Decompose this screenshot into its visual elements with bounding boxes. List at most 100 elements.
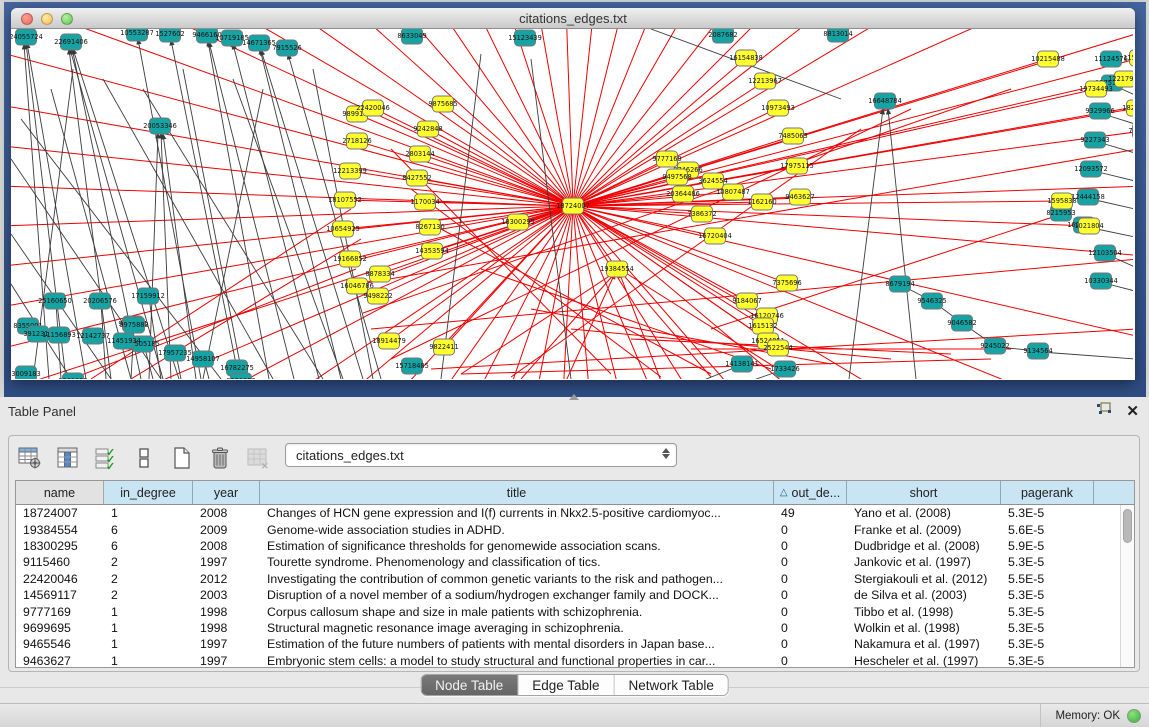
tab-network-table[interactable]: Network Table [615,675,728,695]
column-header-out_de[interactable]: △out_de... [774,481,847,504]
table-cell: 1998 [193,621,260,635]
splitter-handle[interactable] [569,394,579,400]
column-header-pagerank[interactable]: pagerank [1001,481,1094,504]
table-row[interactable]: 1830029562008Estimation of significance … [16,538,1120,554]
graph-node[interactable]: 9134564 [1023,343,1052,359]
network-canvas[interactable]: 2405572422691406105532871527602946616010… [11,29,1133,379]
graph-node[interactable]: 9975883 [119,317,148,333]
graph-node[interactable]: 24055724 [11,29,43,45]
graph-node[interactable]: 7485083 [1128,123,1133,139]
graph-node[interactable]: 8427552 [402,170,431,186]
graph-node[interactable]: 9242848 [413,121,442,137]
show-column-button[interactable] [55,445,81,471]
graph-node[interactable]: 10330344 [1084,273,1118,289]
column-header-name[interactable]: name [16,481,104,504]
table-row[interactable]: 969969511998Structural magnetic resonanc… [16,620,1120,636]
graph-node[interactable]: 2803144 [405,146,434,162]
graph-node[interactable]: 9822411 [429,339,458,355]
graph-edge [505,206,573,379]
graph-node[interactable]: 1827544 [1122,100,1133,116]
svg-text:10807487: 10807487 [716,188,750,196]
graph-node[interactable]: 11548408 [1123,50,1133,66]
table-select-dropdown[interactable]: citations_edges.txt [285,443,677,467]
graph-node[interactable]: 1595838 [1047,193,1076,209]
svg-text:1162160: 1162160 [747,198,776,206]
graph-node[interactable]: 2718126 [342,133,371,149]
select-all-rows-button[interactable]: ✓ ✓ ✓ [93,445,119,471]
graph-node[interactable]: 1170034 [410,194,439,210]
graph-node[interactable]: 8878334 [365,266,394,282]
graph-node[interactable]: 7485063 [778,128,807,144]
svg-text:14671365: 14671365 [242,39,276,47]
table-cell: 5.3E-5 [1001,555,1094,569]
table-row[interactable]: 911546021997Tourette syndrome. Phenomeno… [16,554,1120,570]
graph-node[interactable]: 3009183 [11,366,40,379]
graph-node[interactable]: 10553287 [120,29,154,41]
table-row[interactable]: 946554611997Estimation of the future num… [16,636,1120,652]
close-panel-icon[interactable]: ✕ [1126,404,1139,419]
memory-label: Memory: OK [1055,710,1120,722]
table-row[interactable]: 1456911722003Disruption of a novel membe… [16,587,1120,603]
graph-node[interactable]: 18107552 [328,192,362,208]
graph-node[interactable]: 9497568 [662,169,691,185]
graph-node[interactable]: 9046582 [947,315,976,331]
graph-node[interactable]: 15718485 [395,358,429,374]
graph-node[interactable]: 7375696 [772,275,801,291]
graph-node[interactable]: 9546325 [917,293,946,309]
graph-node[interactable]: 1615132 [748,318,777,334]
graph-node[interactable]: 14353594 [415,243,449,259]
graph-node[interactable]: 18914479 [372,333,406,349]
graph-node[interactable]: 16154838 [729,50,763,66]
delete-table-button[interactable] [207,445,233,471]
graph-node[interactable]: 8633049 [397,29,426,44]
table-row[interactable]: 1938455462009Genome-wide association stu… [16,521,1120,537]
new-table-button[interactable] [169,445,195,471]
table-row[interactable]: 2242004622012Investigating the contribut… [16,571,1120,587]
graph-node[interactable]: 8679194 [885,276,914,292]
table-row[interactable]: 977716911998Corpus callosum shape and si… [16,603,1120,619]
graph-node[interactable]: 8267130 [415,219,444,235]
table-cell: 2 [104,555,193,569]
graph-node[interactable]: 9498222 [363,288,392,304]
graph-node[interactable]: 12213399 [333,163,367,179]
graph-node[interactable]: 15123439 [508,30,542,46]
table-row[interactable]: 1872400712008Changes of HCN gene express… [16,505,1120,521]
graph-node[interactable]: 7386372 [687,206,716,222]
graph-node[interactable]: 9184067 [732,293,761,309]
graph-node[interactable]: 9329966 [1085,103,1114,119]
table-options-button[interactable] [17,445,43,471]
graph-node[interactable]: 22691406 [54,34,88,50]
tab-edge-table[interactable]: Edge Table [518,675,614,695]
tab-node-table[interactable]: Node Table [421,675,518,695]
svg-text:2087682: 2087682 [708,31,737,39]
network-window-titlebar[interactable]: citations_edges.txt [11,8,1135,29]
graph-node[interactable]: 10654925 [326,221,360,237]
svg-text:12213967: 12213967 [748,77,782,85]
graph-node[interactable]: 8813014 [823,29,852,42]
graph-node[interactable]: 2522544 [763,340,792,356]
table-scrollbar[interactable] [1120,505,1134,667]
graph-node[interactable]: 9463627 [785,189,814,205]
graph-node[interactable]: 1162160 [747,194,776,210]
table-row[interactable]: 946362711997Embryonic stem cells: a mode… [16,653,1120,668]
float-panel-icon[interactable] [1096,402,1112,421]
graph-node[interactable]: 1733426 [770,361,799,377]
graph-node[interactable]: 2087682 [708,29,737,43]
graph-node[interactable]: 1527602 [155,29,184,42]
svg-text:11451934: 11451934 [107,337,141,345]
graph-node[interactable]: 17159912 [131,288,165,304]
graph-node[interactable]: 12093572 [1074,161,1108,177]
column-header-year[interactable]: year [193,481,260,504]
column-header-title[interactable]: title [260,481,774,504]
graph-node[interactable]: 9875685 [428,96,457,112]
column-header-short[interactable]: short [847,481,1001,504]
graph-node[interactable]: 17975115 [780,158,814,174]
column-header-in_degree[interactable]: in_degree [104,481,193,504]
graph-node[interactable]: 1021804 [1074,218,1103,234]
scrollbar-thumb[interactable] [1123,509,1132,543]
graph-node[interactable]: 9227343 [1080,132,1109,148]
graph-node[interactable]: 7915526 [272,40,301,56]
merge-cells-button[interactable] [131,445,157,471]
table-cell: 9463627 [16,654,104,668]
graph-node[interactable]: 9245022 [980,338,1009,354]
